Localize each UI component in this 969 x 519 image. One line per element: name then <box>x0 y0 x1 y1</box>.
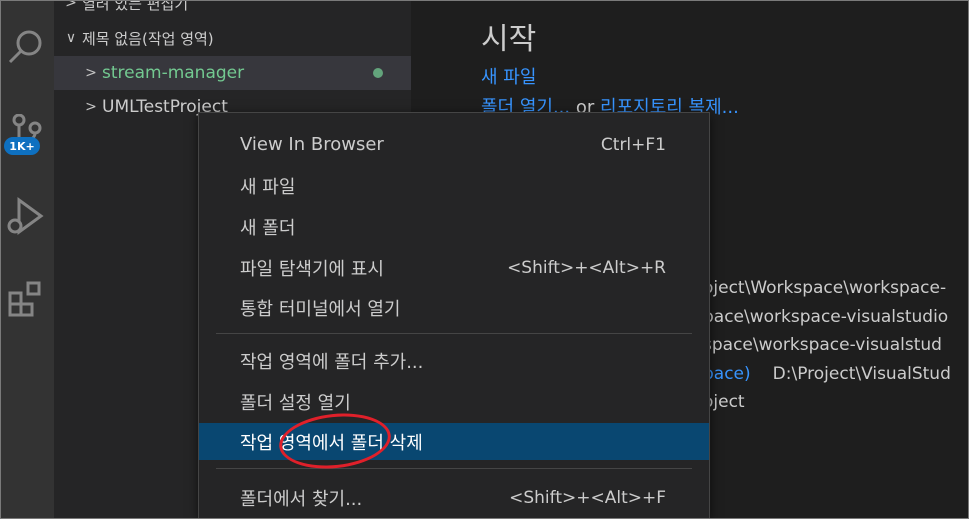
chevron-right-icon: > <box>65 0 77 11</box>
menu-item-label: 폴더 설정 열기 <box>240 392 351 414</box>
extensions-icon[interactable] <box>0 280 54 320</box>
menu-item-shortcut: Ctrl+F1 <box>600 134 666 155</box>
menu-item-add-folder-to-workspace[interactable]: 작업 영역에 폴더 추가... <box>199 342 709 379</box>
folder-item-stream-manager[interactable]: > stream-manager <box>54 56 411 90</box>
menu-item-new-folder[interactable]: 새 폴더 <box>199 208 709 245</box>
context-menu: View In Browser Ctrl+F1 새 파일 새 폴더 파일 탐색기… <box>198 112 710 519</box>
menu-item-shortcut: <Shift>+<Alt>+R <box>507 257 666 278</box>
menu-item-label: 폴더에서 찾기... <box>240 488 363 510</box>
chevron-right-icon: > <box>85 65 97 81</box>
recent-item[interactable]: pace) D:\Project\VisualStud <box>703 364 951 384</box>
recent-path: D:\Project\VisualStud <box>772 364 951 384</box>
folder-label: stream-manager <box>102 63 245 83</box>
menu-item-find-in-folder[interactable]: 폴더에서 찾기... <Shift>+<Alt>+F <box>199 479 709 516</box>
menu-item-new-file[interactable]: 새 파일 <box>199 167 709 204</box>
menu-item-open-folder-settings[interactable]: 폴더 설정 열기 <box>199 383 709 420</box>
recent-path[interactable]: oject\Workspace\workspace- <box>703 278 946 298</box>
scm-badge: 1K+ <box>4 137 40 155</box>
menu-item-label: View In Browser <box>240 134 384 155</box>
workspace-root-label: 제목 없음(작업 영역) <box>82 29 214 48</box>
open-editors-section[interactable]: > 열려 있는 편집기 <box>54 0 411 20</box>
recent-path[interactable]: pace\workspace-visualstudio <box>703 307 948 327</box>
chevron-right-icon: > <box>85 99 97 115</box>
menu-item-reveal-in-explorer[interactable]: 파일 탐색기에 표시 <Shift>+<Alt>+R <box>199 249 709 286</box>
welcome-title: 시작 <box>481 22 537 57</box>
modified-dot-icon <box>373 68 383 78</box>
menu-item-shortcut: <Shift>+<Alt>+F <box>509 487 666 508</box>
workspace-root[interactable]: ∨ 제목 없음(작업 영역) <box>54 21 411 55</box>
run-debug-icon[interactable] <box>0 196 54 240</box>
chevron-down-icon: ∨ <box>65 30 77 46</box>
menu-separator <box>216 333 692 334</box>
open-editors-label: 열려 있는 편집기 <box>82 0 189 13</box>
activity-bar: 1K+ <box>0 0 54 519</box>
recent-path[interactable]: space\workspace-visualstud <box>703 335 942 355</box>
menu-item-view-in-browser[interactable]: View In Browser Ctrl+F1 <box>199 126 709 163</box>
menu-item-label: 작업 영역에 폴더 추가... <box>240 351 424 373</box>
recent-link[interactable]: pace) <box>703 364 751 384</box>
menu-item-label: 파일 탐색기에 표시 <box>240 258 384 280</box>
menu-separator <box>216 468 692 469</box>
menu-item-open-in-terminal[interactable]: 통합 터미널에서 열기 <box>199 289 709 326</box>
menu-item-label: 새 파일 <box>240 176 296 198</box>
menu-item-label: 통합 터미널에서 열기 <box>240 298 401 320</box>
menu-item-label: 새 폴더 <box>240 217 296 239</box>
search-icon[interactable] <box>0 28 54 68</box>
new-file-link[interactable]: 새 파일 <box>481 63 536 89</box>
menu-item-remove-folder-from-workspace[interactable]: 작업 영역에서 폴더 삭제 <box>199 423 709 460</box>
